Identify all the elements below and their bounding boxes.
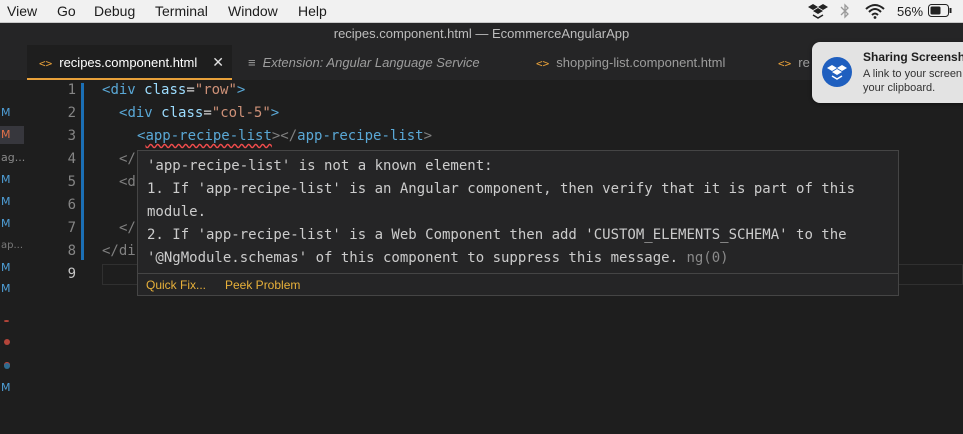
code-line-2: <div class="col-5"> [119, 105, 280, 121]
code-line-3: <app-recipe-list></app-recipe-list> [137, 128, 433, 144]
line-number: 5 [67, 174, 76, 190]
battery-percent: 56% [897, 4, 924, 19]
angular-html-icon: <> [536, 57, 550, 70]
line-number: 3 [67, 128, 76, 144]
scm-status[interactable]: M [1, 195, 11, 208]
line-number: 2 [67, 105, 76, 121]
tab-label: Extension: Angular Language Service [262, 55, 480, 70]
code-line-7: </ [119, 220, 136, 236]
menu-terminal[interactable]: Terminal [155, 3, 208, 19]
menu-bar: View Go Debug Terminal Window Help 56% [0, 0, 963, 23]
wifi-icon[interactable] [864, 3, 886, 25]
tab-shopping-list-component-html[interactable]: <> shopping-list.component.html [536, 45, 725, 80]
bluetooth-icon[interactable] [840, 3, 850, 25]
quick-fix-button[interactable]: Quick Fix... [146, 278, 206, 292]
diagnostic-hover: 'app-recipe-list' is not a known element… [137, 150, 899, 296]
menu-debug[interactable]: Debug [94, 3, 135, 19]
scm-status[interactable]: M [1, 173, 11, 186]
dropbox-app-icon [822, 57, 852, 87]
line-number: 1 [67, 82, 76, 98]
scm-folder[interactable]: ap... [1, 240, 23, 251]
tab-label: recipes.component.html [59, 55, 198, 70]
line-number: 9 [67, 266, 76, 282]
scm-status[interactable]: M [1, 217, 11, 230]
tab-label: re [798, 55, 810, 70]
hover-action-bar: Quick Fix... Peek Problem [138, 273, 898, 296]
scm-status[interactable]: M [1, 282, 11, 295]
problem-dot [4, 320, 9, 322]
line-number: 4 [67, 151, 76, 167]
tab-recipes-component-html[interactable]: <> recipes.component.html ✕ [27, 45, 232, 80]
screenshot-notification[interactable]: Sharing Screensh A link to your screen y… [812, 42, 963, 103]
menu-window[interactable]: Window [228, 3, 278, 19]
scm-status[interactable]: M [1, 381, 11, 394]
explorer-scm-gutter: M M ag... M M M ap... M M M [0, 80, 26, 434]
angular-html-icon: <> [39, 57, 53, 70]
scm-status[interactable]: M [1, 261, 11, 274]
info-dot [4, 363, 10, 369]
dropbox-icon[interactable] [808, 3, 828, 25]
code-line-5: <d [119, 174, 136, 190]
scm-folder[interactable]: ag... [1, 151, 25, 164]
notification-title: Sharing Screensh [863, 50, 963, 64]
peek-problem-button[interactable]: Peek Problem [225, 278, 300, 292]
tab-label: shopping-list.component.html [556, 55, 726, 70]
tab-truncated[interactable]: <> re [778, 45, 810, 80]
extension-icon: ≡ [248, 55, 256, 70]
line-number: 6 [67, 197, 76, 213]
problem-dot [4, 339, 10, 345]
error-squiggle: app-recipe-list [145, 128, 272, 144]
code-line-1: <div class="row"> [102, 82, 246, 98]
diagnostic-code: ng(0) [686, 250, 729, 266]
line-number: 7 [67, 220, 76, 236]
menu-go[interactable]: Go [57, 3, 76, 19]
line-number: 8 [67, 243, 76, 259]
modified-lines-indicator [81, 83, 84, 260]
menu-view[interactable]: View [7, 3, 37, 19]
tab-extension-angular-language-service[interactable]: ≡ Extension: Angular Language Service [248, 45, 480, 80]
angular-html-icon: <> [778, 57, 792, 70]
scm-status[interactable]: M [1, 106, 11, 119]
code-line-4: </ [119, 151, 136, 167]
notification-body: A link to your screen your clipboard. [863, 68, 963, 94]
window-title: recipes.component.html — EcommerceAngula… [333, 26, 630, 41]
menu-help[interactable]: Help [298, 3, 327, 19]
diagnostic-message: 'app-recipe-list' is not a known element… [147, 158, 864, 266]
code-line-8: </di [102, 243, 136, 259]
close-icon[interactable]: ✕ [212, 45, 224, 80]
scm-status[interactable]: M [1, 128, 11, 141]
